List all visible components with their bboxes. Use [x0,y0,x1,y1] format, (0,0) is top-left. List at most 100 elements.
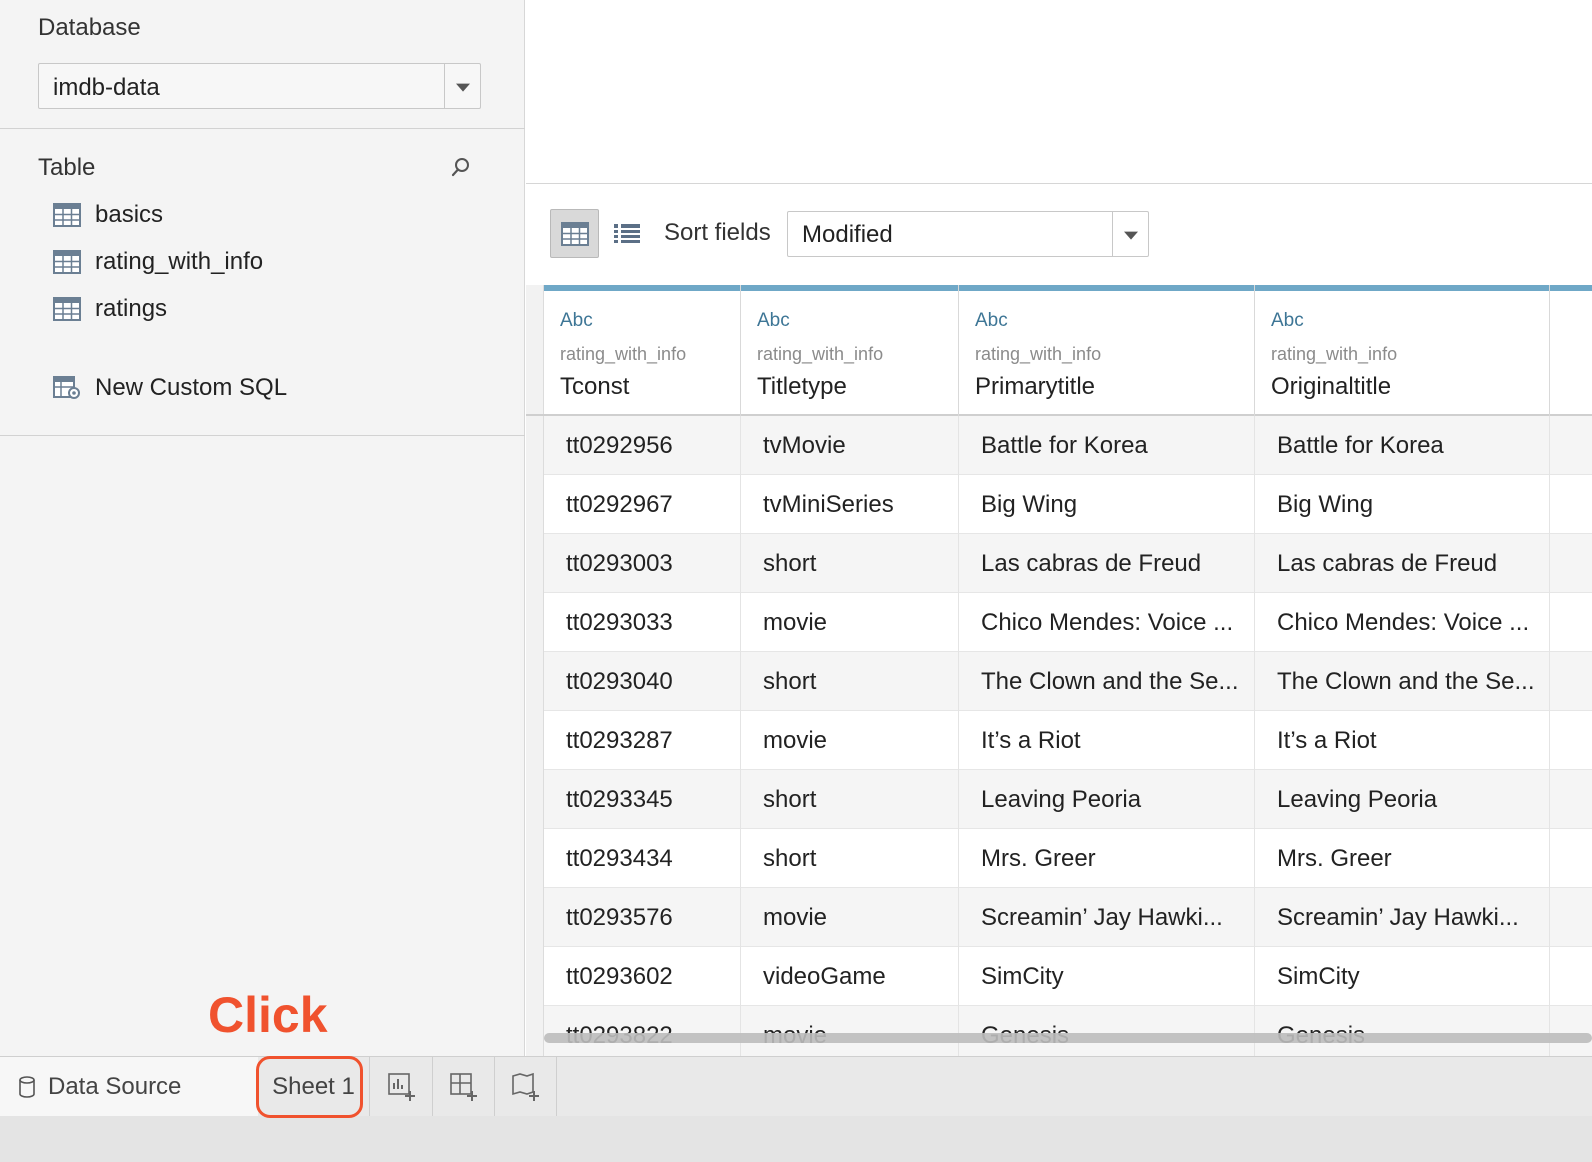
column-header-accent [741,285,958,291]
field-name-label[interactable]: Primarytitle [975,373,1095,401]
join-canvas[interactable] [526,0,1592,184]
new-worksheet-button[interactable] [371,1057,433,1116]
table-row: tt0292967 tvMiniSeries Big Wing Big Wing [544,475,1592,534]
list-view-icon[interactable] [612,219,642,249]
table-item-label: ratings [95,295,168,322]
table-cell: movie [741,593,959,652]
table-cell: tt0293434 [544,829,741,888]
grid-view-button[interactable] [550,209,599,258]
grid-view-icon [561,222,589,246]
table-icon [53,250,81,274]
table-row: tt0293003 short Las cabras de Freud Las cab… [544,534,1592,593]
new-custom-sql[interactable]: New Custom SQL [53,373,287,403]
table-cell: tt0293345 [544,770,741,829]
field-name-label[interactable]: Originaltitle [1271,373,1391,401]
new-dashboard-button[interactable] [433,1057,495,1116]
database-select[interactable]: imdb-data [38,63,481,109]
table-cell [1550,534,1592,593]
table-cell: Big Wing [959,475,1255,534]
table-cell: tt0293576 [544,888,741,947]
new-story-icon [511,1072,539,1101]
table-cell: The Clown and the Se... [959,652,1255,711]
table-item-label: rating_with_info [95,248,264,275]
sheet-tab-bar: Data Source Sheet 1 [0,1056,1592,1116]
table-row: tt0293434 short Mrs. Greer Mrs. Greer [544,829,1592,888]
column-header-originaltitle[interactable]: Abc rating_with_info Originaltitle [1255,285,1550,416]
table-cell: tt0292967 [544,475,741,534]
column-header-titletype[interactable]: Abc rating_with_info Titletype [741,285,959,416]
sort-dropdown-button[interactable] [1112,212,1148,256]
table-item-rating-with-info[interactable]: rating_with_info [53,247,263,277]
sort-fields-select[interactable]: Modified [787,211,1149,257]
table-item-ratings[interactable]: ratings [53,294,167,324]
table-cell: SimCity [1255,947,1550,1006]
field-type-label[interactable]: Abc [757,310,790,332]
click-annotation-highlight [256,1056,363,1118]
field-name-label[interactable]: Tconst [560,373,629,401]
table-cell [1550,1006,1592,1056]
table-row: tt0293287 movie It’s a Riot It’s a Riot [544,711,1592,770]
custom-sql-icon [53,376,80,399]
tab-data-source-label: Data Source [48,1072,182,1100]
table-cell: movie [741,888,959,947]
column-header-tconst[interactable]: Abc rating_with_info Tconst [544,285,741,416]
field-source-label: rating_with_info [757,344,884,364]
field-type-label[interactable]: Abc [1271,310,1304,332]
tab-data-source[interactable]: Data Source [0,1057,258,1116]
table-icon [53,297,81,321]
connection-panel: Database imdb-data Table basics rating_w… [0,0,525,1056]
table-cell: It’s a Riot [1255,711,1550,770]
horizontal-scrollbar[interactable] [544,1033,1592,1043]
table-row: tt0293033 movie Chico Mendes: Voice ... Chi… [544,593,1592,652]
table-row: tt0292956 tvMovie Battle for Korea Battle f… [544,416,1592,475]
grid-header: Abc rating_with_info Tconst Abc rating_w… [526,285,1592,416]
table-row: tt0293576 movie Screamin’ Jay Hawki... Scre… [544,888,1592,947]
status-bar [0,1116,1592,1162]
table-cell: movie [741,711,959,770]
table-cell: Mrs. Greer [1255,829,1550,888]
table-cell: Leaving Peoria [1255,770,1550,829]
table-cell [1550,475,1592,534]
table-cell: tt0293033 [544,593,741,652]
table-cell [1550,652,1592,711]
table-icon [53,203,81,227]
table-cell: SimCity [959,947,1255,1006]
database-label: Database [38,14,141,41]
field-type-label[interactable]: Abc [975,310,1008,332]
table-cell [1550,770,1592,829]
table-cell: tt0293287 [544,711,741,770]
field-name-label[interactable]: Titletype [757,373,847,401]
table-cell: tvMovie [741,416,959,475]
table-cell: movie [741,1006,959,1056]
new-worksheet-icon [387,1072,415,1101]
table-cell: short [741,770,959,829]
table-cell: Las cabras de Freud [959,534,1255,593]
table-cell: Las cabras de Freud [1255,534,1550,593]
table-cell [1550,829,1592,888]
data-grid: Abc rating_with_info Tconst Abc rating_w… [526,285,1592,1056]
table-cell: Chico Mendes: Voice ... [959,593,1255,652]
table-item-basics[interactable]: basics [53,200,163,230]
new-story-button[interactable] [495,1057,557,1116]
table-cell: Big Wing [1255,475,1550,534]
database-dropdown-button[interactable] [444,64,480,108]
column-header-partial[interactable] [1550,285,1592,416]
column-header-primarytitle[interactable]: Abc rating_with_info Primarytitle [959,285,1255,416]
table-cell [1550,416,1592,475]
table-cell [1550,593,1592,652]
column-header-accent [1255,285,1549,291]
sort-fields-value: Modified [802,221,893,248]
chevron-down-icon [455,83,470,92]
click-annotation-label: Click [208,987,328,1043]
table-cell: The Clown and the Se... [1255,652,1550,711]
table-cell: tt0293040 [544,652,741,711]
table-cell [1550,711,1592,770]
table-cell: short [741,829,959,888]
table-cell: Chico Mendes: Voice ... [1255,593,1550,652]
column-header-accent [959,285,1254,291]
field-type-label[interactable]: Abc [560,310,593,332]
search-icon[interactable] [450,156,472,178]
table-cell: videoGame [741,947,959,1006]
table-cell: Screamin’ Jay Hawki... [1255,888,1550,947]
table-row: tt0293822movieGenesisGenesis [544,1006,1592,1056]
